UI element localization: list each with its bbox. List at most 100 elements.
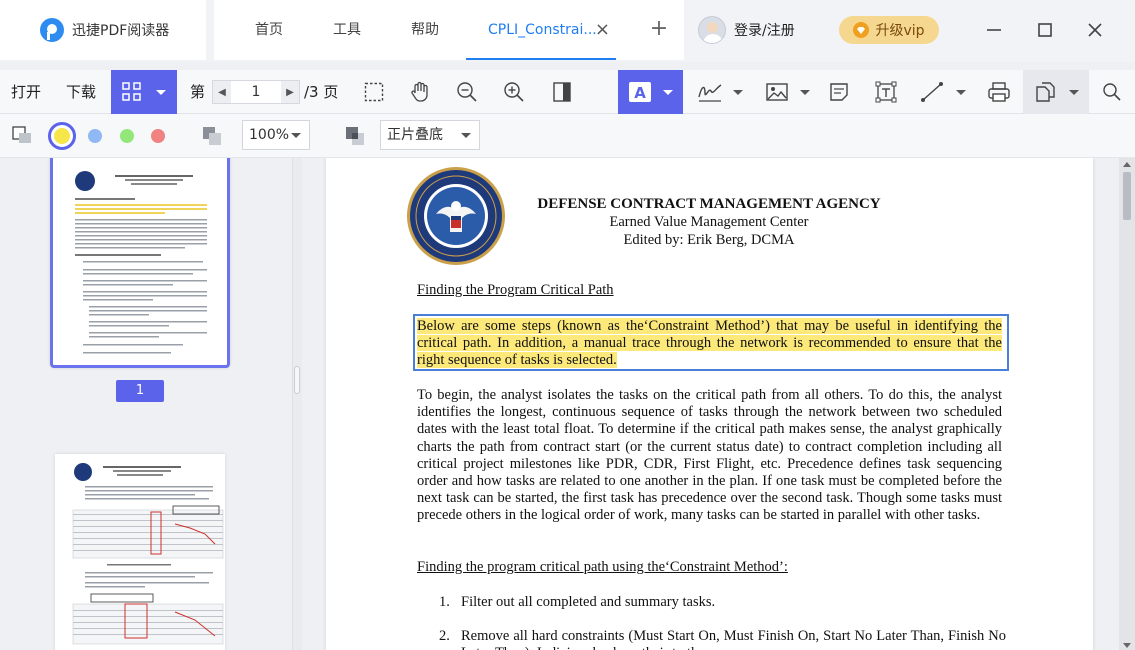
download-button[interactable]: 下载 xyxy=(66,70,96,114)
title-bar: 迅捷PDF阅读器 首页 工具 帮助 CPLI_Constrai... × + 登… xyxy=(0,0,1135,62)
panel-resize-handle[interactable] xyxy=(294,366,300,394)
chevron-down-icon xyxy=(1069,89,1079,95)
list-item-text: Remove all hard constraints (Must Start … xyxy=(461,628,1006,650)
zoom-out-icon xyxy=(457,82,477,102)
agency-name: DEFENSE CONTRACT MANAGEMENT AGENCY xyxy=(537,196,881,212)
marquee-select-icon xyxy=(364,82,384,102)
dod-seal-logo xyxy=(407,167,505,265)
next-page-icon[interactable]: ▶ xyxy=(281,81,299,103)
page-thumbnail-2[interactable] xyxy=(55,454,225,650)
page-total: /3 页 xyxy=(304,83,339,101)
tab-help[interactable]: 帮助 xyxy=(390,0,460,60)
line-icon xyxy=(921,82,943,102)
chevron-down-icon xyxy=(291,133,301,138)
minimize-button[interactable] xyxy=(979,15,1009,45)
app-window: 迅捷PDF阅读器 首页 工具 帮助 CPLI_Constrai... × + 登… xyxy=(0,0,1135,650)
select-area-button[interactable] xyxy=(360,70,388,114)
user-login[interactable]: 登录/注册 xyxy=(698,15,795,45)
insert-image-button[interactable] xyxy=(760,70,816,114)
color-swatch-blue[interactable] xyxy=(88,129,102,143)
zoom-value: 100% xyxy=(249,127,290,143)
zoom-in-icon xyxy=(504,82,524,102)
section-heading-1: Finding the Program Critical Path xyxy=(417,282,614,298)
color-swatch-green[interactable] xyxy=(120,129,134,143)
minimize-icon xyxy=(987,29,1001,31)
page-number-badge: 1 xyxy=(116,380,164,402)
panel-divider[interactable] xyxy=(292,158,302,650)
maximize-button[interactable] xyxy=(1030,15,1060,45)
blend-mode-icon-button[interactable] xyxy=(343,124,367,148)
prev-page-icon[interactable]: ◀ xyxy=(213,81,231,103)
opacity-button[interactable] xyxy=(200,124,224,148)
search-icon xyxy=(1103,83,1121,101)
list-item-text: Filter out all completed and summary tas… xyxy=(461,594,716,610)
tab-document[interactable]: CPLI_Constrai... × xyxy=(466,0,616,60)
view-layout-button[interactable] xyxy=(111,70,177,114)
line-tool-button[interactable] xyxy=(915,70,971,114)
open-button[interactable]: 打开 xyxy=(11,70,41,114)
login-label: 登录/注册 xyxy=(734,23,795,39)
tab-home[interactable]: 首页 xyxy=(234,0,304,60)
scroll-down-icon[interactable] xyxy=(1123,643,1131,648)
print-button[interactable] xyxy=(984,70,1014,114)
editor-line: Edited by: Erik Berg, DCMA xyxy=(623,232,795,248)
search-button[interactable] xyxy=(1098,70,1126,114)
export-icon xyxy=(1036,82,1055,102)
scroll-up-icon[interactable] xyxy=(1123,162,1131,167)
printer-icon xyxy=(988,82,1010,102)
opacity-icon xyxy=(203,127,221,145)
blend-icon xyxy=(346,127,364,145)
signature-button[interactable] xyxy=(692,70,748,114)
diamond-icon xyxy=(853,22,870,38)
app-brand: 迅捷PDF阅读器 xyxy=(0,0,206,60)
blend-mode-select[interactable]: 正片叠底 xyxy=(380,120,480,150)
svg-text:A: A xyxy=(634,84,646,102)
color-swatch-yellow-selected[interactable] xyxy=(48,122,76,150)
tab-document-label: CPLI_Constrai... xyxy=(488,22,597,38)
hand-icon xyxy=(411,81,428,102)
text-annotate-button[interactable]: A xyxy=(618,70,683,114)
image-icon xyxy=(766,83,788,101)
highlight-toolbar: 100% 正片叠底 xyxy=(0,114,1135,158)
zoom-in-button[interactable] xyxy=(500,70,528,114)
new-tab-button[interactable]: + xyxy=(639,0,679,60)
tab-strip: 首页 工具 帮助 CPLI_Constrai... × + xyxy=(214,0,684,60)
close-window-button[interactable] xyxy=(1080,15,1110,45)
thumbnail-page-content xyxy=(75,171,207,354)
blend-mode-value: 正片叠底 xyxy=(387,127,443,143)
page-prefix: 第 xyxy=(190,83,206,101)
close-icon xyxy=(1088,23,1102,37)
center-name: Earned Value Management Center xyxy=(609,214,809,230)
upgrade-vip-button[interactable]: 升级vip xyxy=(839,16,939,44)
upgrade-vip-label: 升级vip xyxy=(875,23,925,39)
note-icon xyxy=(830,83,848,101)
zoom-out-button[interactable] xyxy=(453,70,481,114)
fit-page-button[interactable] xyxy=(548,70,576,114)
chevron-down-icon xyxy=(461,133,471,138)
note-button[interactable] xyxy=(825,70,853,114)
page-thumbnail-1[interactable] xyxy=(50,158,230,368)
close-tab-icon[interactable]: × xyxy=(595,0,610,60)
checkbox-layers-icon xyxy=(12,126,31,143)
zoom-select[interactable]: 100% xyxy=(242,120,310,150)
thumbnail-page-content xyxy=(72,463,224,645)
color-swatch-red[interactable] xyxy=(151,129,165,143)
document-scrollbar-thumb[interactable] xyxy=(1123,172,1131,220)
document-scrollbar[interactable] xyxy=(1119,158,1135,650)
app-logo-icon xyxy=(40,18,64,42)
list-item-number: 1. xyxy=(439,594,450,610)
hand-tool-button[interactable] xyxy=(406,70,434,114)
current-page-input[interactable]: 1 xyxy=(231,81,281,103)
color-dot xyxy=(54,128,70,144)
page-navigator: ◀ 1 ▶ xyxy=(212,80,300,104)
export-button[interactable] xyxy=(1023,70,1089,114)
main-toolbar: 打开 下载 第 ◀ 1 ▶ /3 页 A xyxy=(0,70,1135,114)
textbox-button[interactable] xyxy=(872,70,900,114)
chevron-down-icon xyxy=(956,89,966,95)
text-a-icon: A xyxy=(628,82,651,102)
fill-toggle[interactable] xyxy=(10,124,34,146)
chevron-down-icon xyxy=(156,89,166,95)
tab-tools[interactable]: 工具 xyxy=(312,0,382,60)
maximize-icon xyxy=(1038,23,1052,37)
highlighted-paragraph[interactable]: Below are some steps (known as the‘Const… xyxy=(417,318,1002,370)
